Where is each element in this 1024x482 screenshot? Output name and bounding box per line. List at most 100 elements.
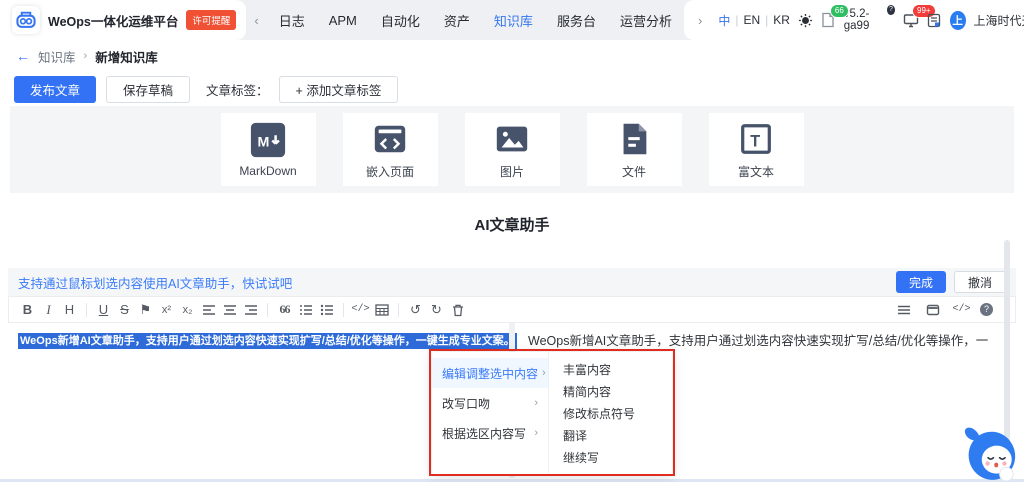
weops-page: WeOps一体化运维平台 许可提醒 ‹ 日志 APM 自动化 资产 知识库 服务… xyxy=(0,0,1024,482)
version-info-icon: ? xyxy=(887,5,895,15)
ai-tip-bar: 支持通过鼠标划选内容使用AI文章助手，快试试吧 完成 撤消 xyxy=(8,268,1016,296)
assistant-mascot[interactable] xyxy=(960,419,1018,481)
source-view-button[interactable]: </> xyxy=(951,299,972,320)
toolbar-divider xyxy=(86,303,87,317)
table-icon xyxy=(375,303,389,317)
ordered-list-button[interactable] xyxy=(295,299,316,320)
card-embed-page[interactable]: 嵌入页面 xyxy=(343,113,438,186)
document-count-icon[interactable]: 66 xyxy=(821,11,836,29)
align-right-button[interactable] xyxy=(240,299,261,320)
card-rich-text[interactable]: T 富文本 xyxy=(709,113,804,186)
blockquote-button[interactable]: 66 xyxy=(274,299,295,320)
tip-bar-buttons: 完成 撤消 xyxy=(896,271,1006,293)
heading-button[interactable]: H xyxy=(59,299,80,320)
lang-en[interactable]: EN xyxy=(743,13,760,27)
publish-article-button[interactable]: 发布文章 xyxy=(14,76,96,103)
ai-context-menu: 编辑调整选中内容 › 改写口吻 › 根据选区内容写 › 丰富内容 精简内容 修改… xyxy=(432,352,672,474)
nav-item-knowledge-base[interactable]: 知识库 xyxy=(482,11,545,30)
lang-kr[interactable]: KR xyxy=(773,13,790,27)
undo-button[interactable]: 撤消 xyxy=(954,271,1006,293)
weops-logo-icon xyxy=(12,6,40,34)
align-left-button[interactable] xyxy=(198,299,219,320)
svg-text:M: M xyxy=(258,135,270,151)
undo-edit-button[interactable]: ↺ xyxy=(405,299,426,320)
version-info[interactable]: v5.2-ga99 ? xyxy=(844,8,895,32)
align-center-button[interactable] xyxy=(219,299,240,320)
help-icon[interactable]: ? xyxy=(980,303,993,316)
embed-page-icon xyxy=(371,120,409,158)
main-nav: ‹ 日志 APM 自动化 资产 知识库 服务台 运营分析 xyxy=(246,0,684,40)
user-avatar[interactable]: 上 xyxy=(950,11,966,30)
table-button[interactable] xyxy=(371,299,392,320)
card-image[interactable]: 图片 xyxy=(465,113,560,186)
topbar-utilities: › 中 | EN | KR 66 v5.2-ga99 xyxy=(684,0,1024,40)
ai-tip-text: 支持通过鼠标划选内容使用AI文章助手，快试试吧 xyxy=(18,273,292,292)
release-notes-icon[interactable] xyxy=(927,11,942,29)
superscript-button[interactable]: x² xyxy=(156,299,177,320)
unordered-list-button[interactable] xyxy=(316,299,337,320)
selected-text[interactable]: WeOps新增AI文章助手，支持用户通过划选内容快速实现扩写/总结/优化等操作，… xyxy=(18,333,517,349)
done-button[interactable]: 完成 xyxy=(896,271,946,293)
toolbar-divider xyxy=(267,303,268,317)
toolbar-divider xyxy=(343,303,344,317)
strikethrough-button[interactable]: S xyxy=(114,299,135,320)
menu-item-write-from-selection[interactable]: 根据选区内容写 › xyxy=(432,418,548,448)
align-left-icon xyxy=(202,303,216,317)
submenu-item-continue-writing[interactable]: 继续写 xyxy=(549,446,672,468)
outline-menu-button[interactable] xyxy=(893,299,914,320)
nav-collapse-left-icon[interactable]: ‹ xyxy=(246,13,266,28)
redo-edit-button[interactable]: ↻ xyxy=(426,299,447,320)
card-markdown[interactable]: M MarkDown xyxy=(221,113,316,186)
tenant-name[interactable]: 上海时代天使... xyxy=(974,12,1024,29)
fullscreen-icon xyxy=(926,303,940,317)
card-file[interactable]: 文件 xyxy=(587,113,682,186)
fullscreen-button[interactable] xyxy=(922,299,943,320)
markdown-icon: M xyxy=(249,121,287,159)
menu-item-edit-selected[interactable]: 编辑调整选中内容 › xyxy=(432,358,548,388)
submenu-item-condense[interactable]: 精简内容 xyxy=(549,380,672,402)
menu-item-label: 根据选区内容写 xyxy=(442,425,526,442)
submenu-item-enrich[interactable]: 丰富内容 xyxy=(549,358,672,380)
menu-item-rewrite-tone[interactable]: 改写口吻 › xyxy=(432,388,548,418)
toolbar-divider xyxy=(398,303,399,317)
nav-item-assets[interactable]: 资产 xyxy=(432,11,482,30)
card-label: 富文本 xyxy=(738,163,774,180)
nav-item-operations-analysis[interactable]: 运营分析 xyxy=(608,11,684,30)
card-label: 嵌入页面 xyxy=(366,163,414,180)
submenu-item-translate[interactable]: 翻译 xyxy=(549,424,672,446)
breadcrumb-knowledge-base[interactable]: 知识库 xyxy=(38,47,76,66)
nav-collapse-right-icon[interactable]: › xyxy=(690,13,710,28)
code-block-button[interactable]: </> xyxy=(350,299,371,320)
file-icon xyxy=(615,120,653,158)
bold-button[interactable]: B xyxy=(17,299,38,320)
back-arrow-icon[interactable]: ← xyxy=(16,48,30,64)
underline-button[interactable]: U xyxy=(93,299,114,320)
bookmark-button[interactable]: ⚑ xyxy=(135,299,156,320)
clear-button[interactable] xyxy=(447,299,468,320)
add-article-tag-button[interactable]: + 添加文章标签 xyxy=(279,76,399,103)
language-switcher: 中 | EN | KR xyxy=(718,12,790,29)
nav-item-apm[interactable]: APM xyxy=(317,13,369,28)
italic-button[interactable]: I xyxy=(38,299,59,320)
save-draft-button[interactable]: 保存草稿 xyxy=(106,76,190,103)
subscript-button[interactable]: x₂ xyxy=(177,299,198,320)
card-label: 文件 xyxy=(622,163,646,180)
version-label: v5.2-ga99 xyxy=(844,8,886,32)
article-tag-label: 文章标签： xyxy=(206,80,269,99)
menu-item-label: 改写口吻 xyxy=(442,395,490,412)
article-actions: 发布文章 保存草稿 文章标签： + 添加文章标签 xyxy=(14,76,398,103)
context-menu-primary: 编辑调整选中内容 › 改写口吻 › 根据选区内容写 › xyxy=(432,352,548,474)
nav-item-logs[interactable]: 日志 xyxy=(267,11,317,30)
license-alert-badge[interactable]: 许可提醒 xyxy=(186,10,236,30)
align-center-icon xyxy=(223,303,237,317)
theme-toggle-icon[interactable] xyxy=(798,11,813,29)
lang-zh[interactable]: 中 xyxy=(718,12,730,29)
breadcrumb-separator: › xyxy=(84,50,88,62)
monitor-alerts-icon[interactable]: 99+ xyxy=(903,11,919,29)
nav-item-service-desk[interactable]: 服务台 xyxy=(545,11,608,30)
submenu-item-fix-punctuation[interactable]: 修改标点符号 xyxy=(549,402,672,424)
card-label: 图片 xyxy=(500,163,524,180)
breadcrumb: ← 知识库 › 新增知识库 xyxy=(16,46,158,66)
top-bar: WeOps一体化运维平台 许可提醒 ‹ 日志 APM 自动化 资产 知识库 服务… xyxy=(0,0,1024,40)
nav-item-automation[interactable]: 自动化 xyxy=(369,11,432,30)
